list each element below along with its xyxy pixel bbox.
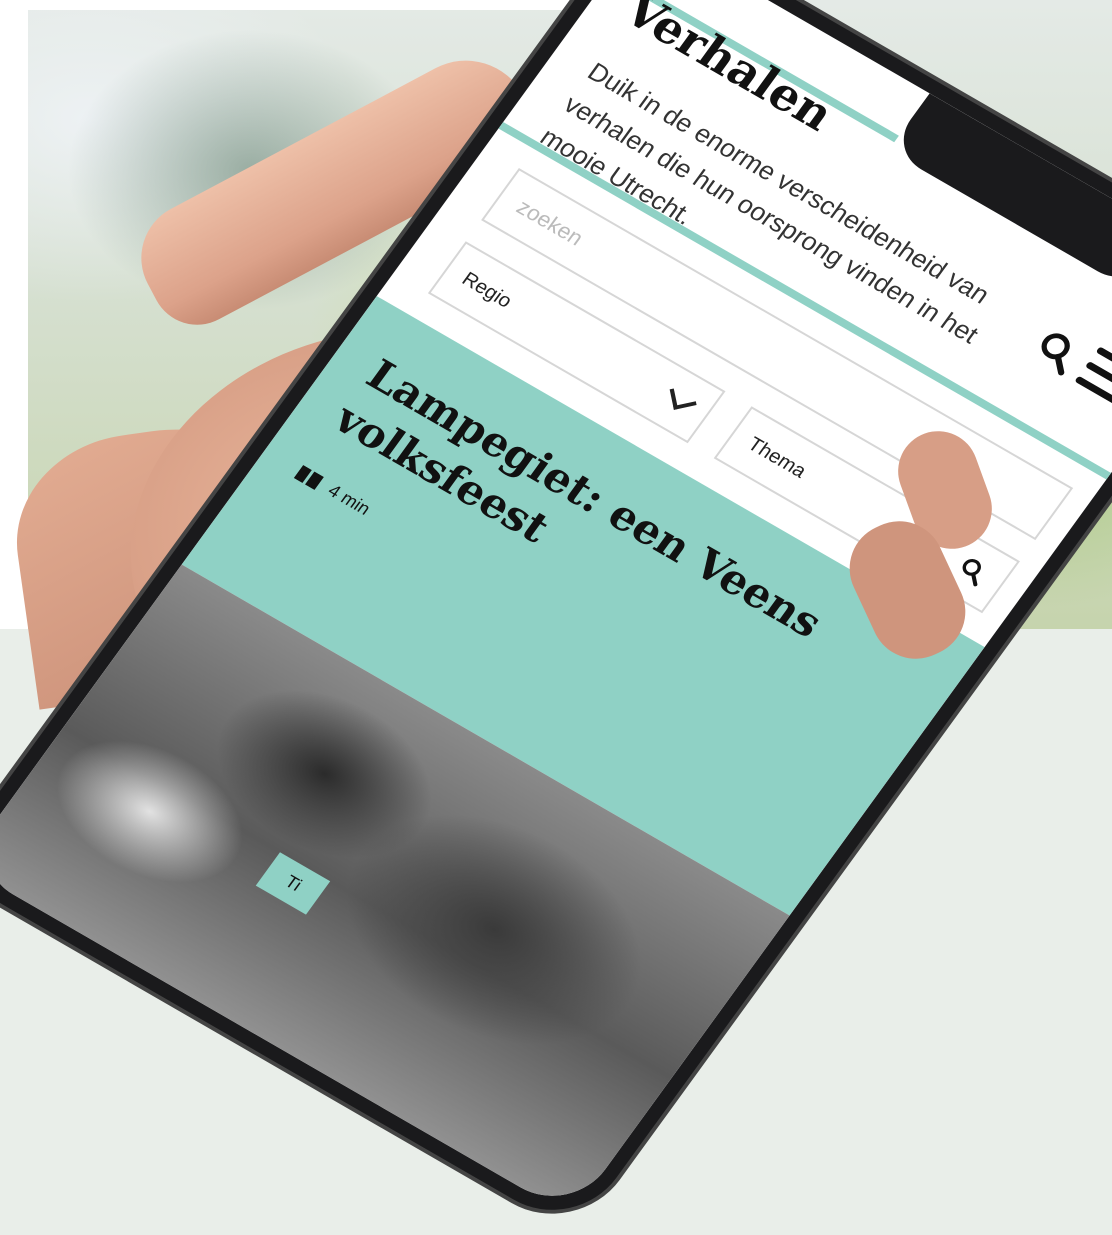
story-card-meta: 4 min [293,463,375,520]
search-icon[interactable] [954,554,992,588]
search-icon[interactable] [1028,325,1086,378]
story-tag[interactable]: Ti [255,852,331,915]
chevron-down-icon [669,384,697,410]
book-icon [294,464,325,490]
regio-select-label: Regio [457,267,517,312]
thema-select-label: Thema [743,432,811,482]
read-time: 4 min [324,480,375,519]
